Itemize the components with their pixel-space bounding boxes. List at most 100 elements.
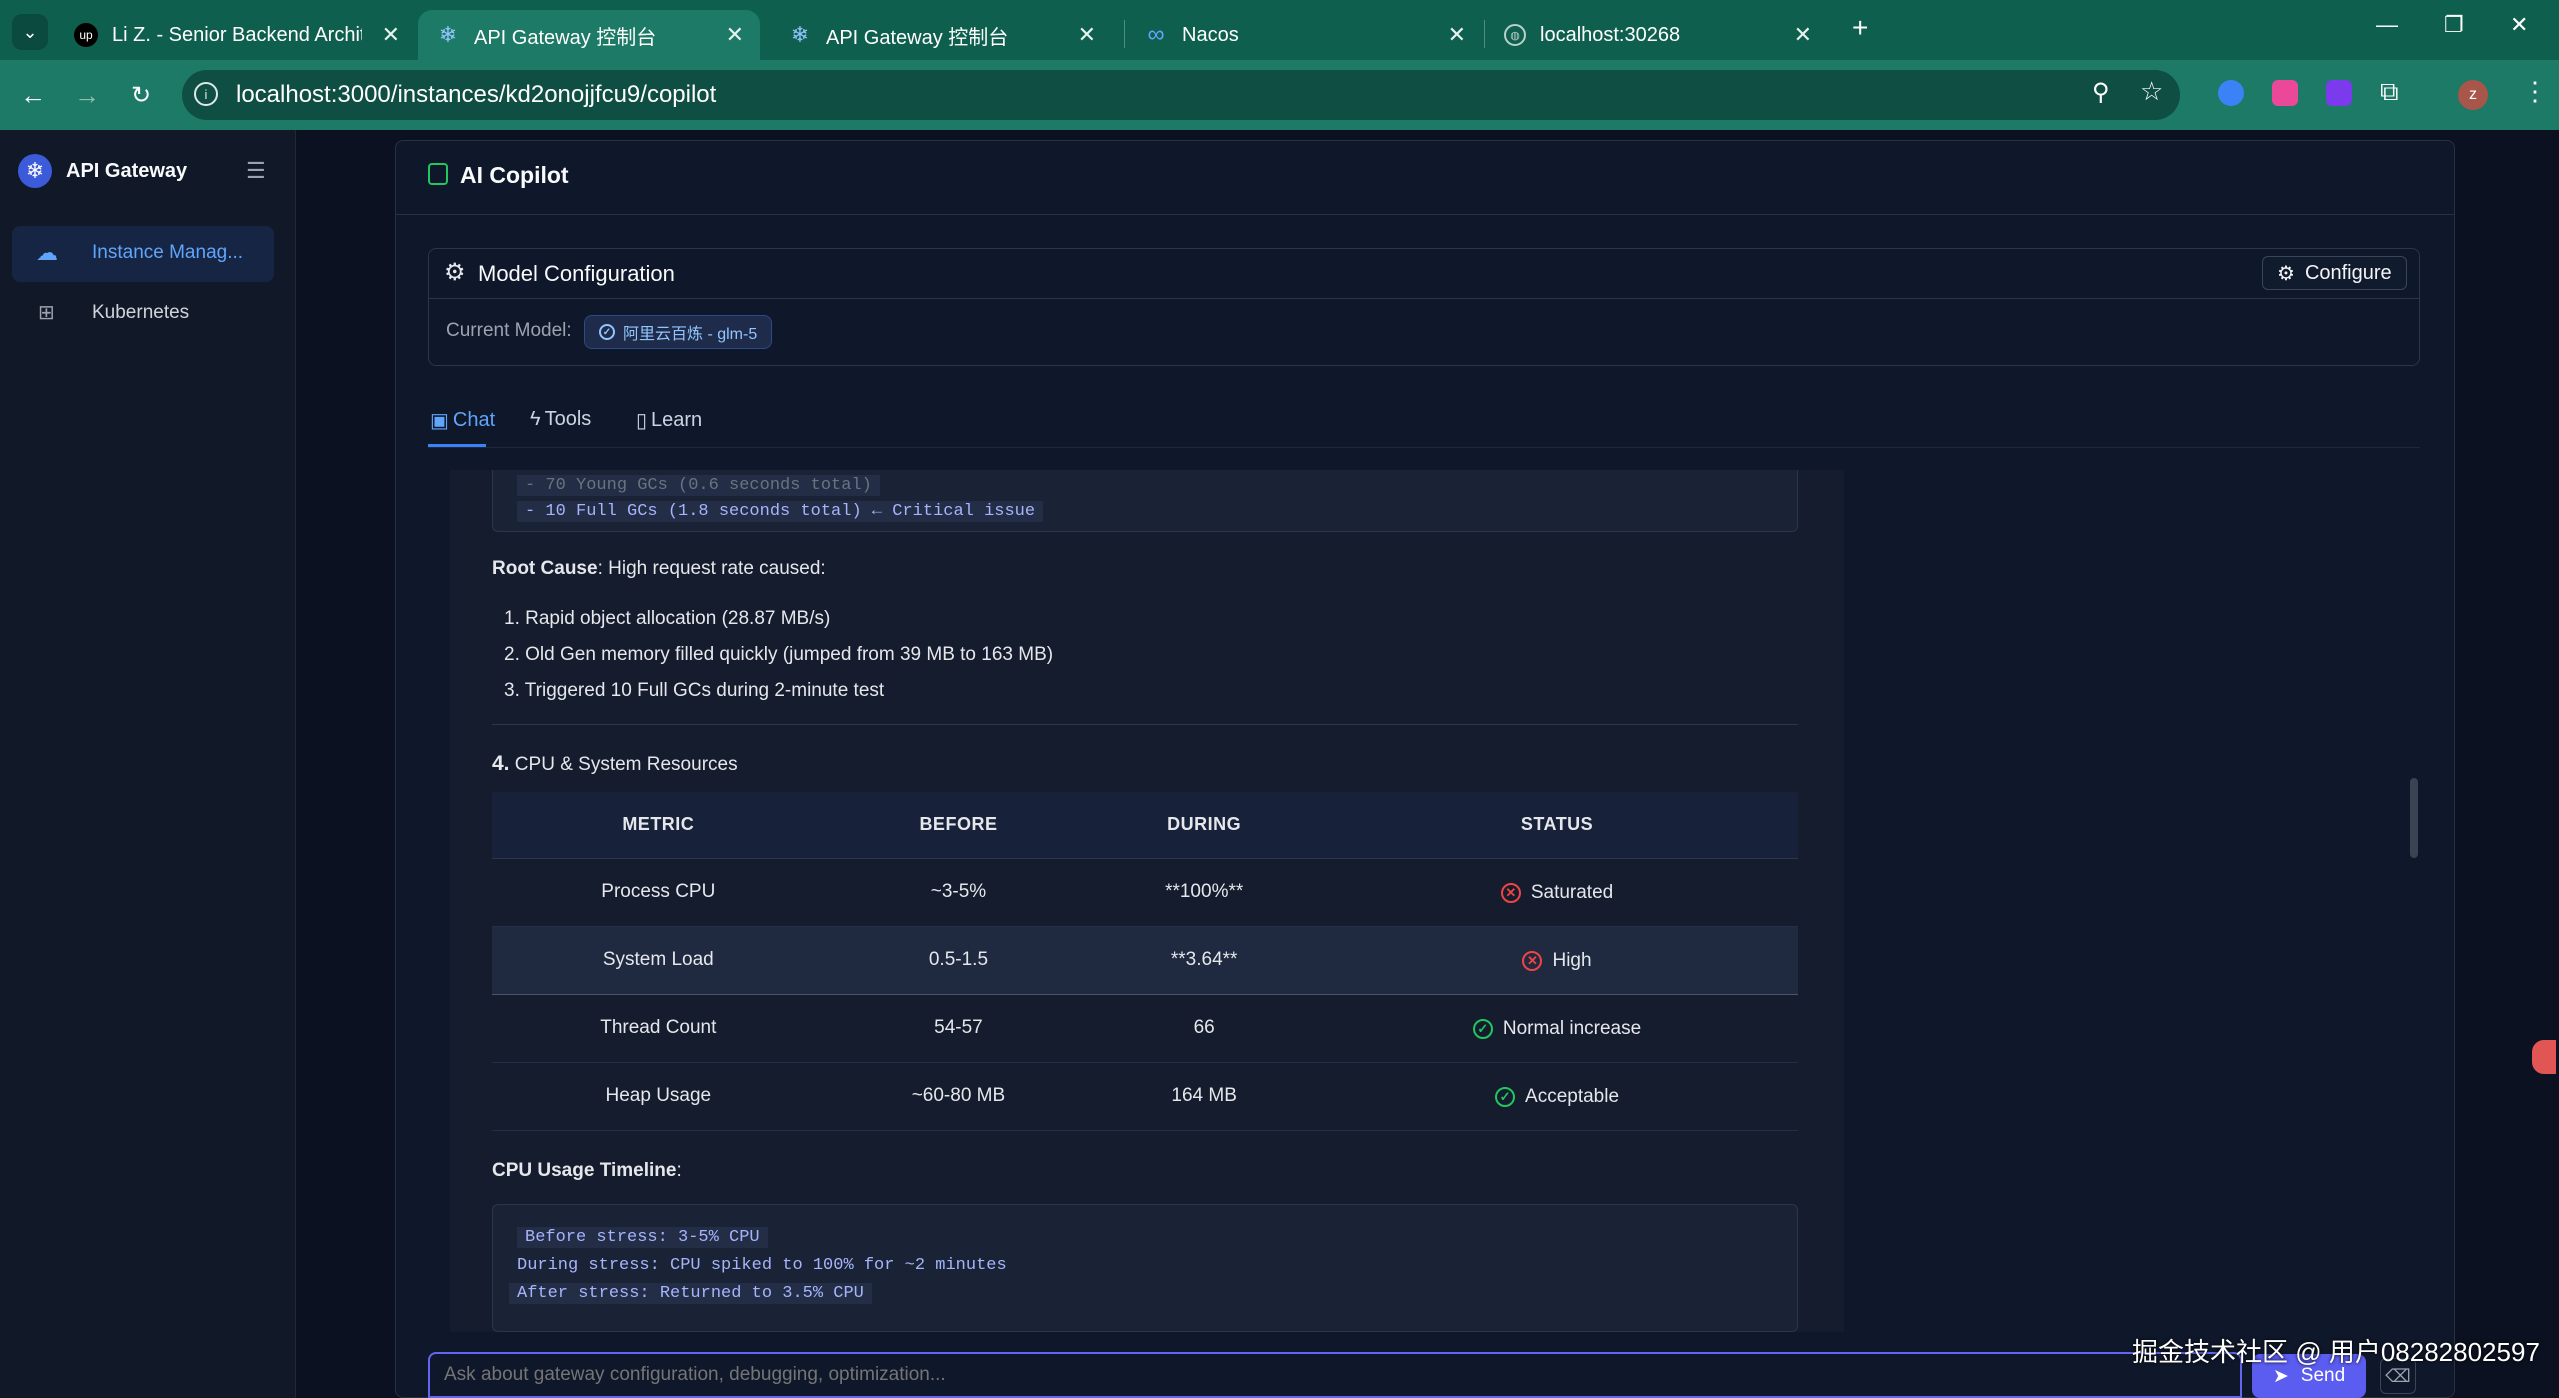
code-line: After stress: Returned to 3.5% CPU [509,1283,872,1304]
table-row: Process CPU ~3-5% **100%** ✕ Saturated [492,858,1798,927]
cell-before: ~60-80 MB [824,1062,1093,1131]
timeline-label: CPU Usage Timeline [492,1160,677,1181]
tab-tools[interactable]: ϟ Tools [530,408,591,431]
zoom-icon[interactable]: ⚲ [2092,78,2110,107]
chat-icon: ▣ [430,410,449,432]
lightning-icon: ϟ [530,408,541,430]
url-text[interactable]: localhost:3000/instances/kd2onojjfcu9/co… [236,81,716,109]
browser-tab-title: Nacos [1182,23,1239,46]
browser-tab-2[interactable]: ❄ API Gateway 控制台 ✕ [770,10,1112,60]
code-block-timeline: Before stress: 3-5% CPU During stress: C… [492,1204,1798,1332]
profile-avatar[interactable]: z [2458,80,2488,110]
close-tab-icon[interactable]: ✕ [382,22,400,48]
tab-search-chevron-icon[interactable]: ⌄ [12,14,48,50]
book-icon: ▯ [636,410,648,432]
brand-name: API Gateway [66,160,188,182]
snowflake-favicon-icon: ❄ [438,22,458,47]
snowflake-favicon-icon: ❄ [790,22,810,47]
status-text: Normal increase [1502,1017,1642,1039]
site-info-icon[interactable]: i [194,82,218,106]
tab-chat[interactable]: ▣ Chat [430,408,495,433]
minimize-icon[interactable]: — [2376,12,2398,38]
root-cause-line: Root Cause: High request rate caused: [492,558,826,580]
check-circle-icon: ✓ [1495,1086,1516,1107]
browser-tab-title: API Gateway 控制台 [826,26,1009,49]
cell-status: ✕ Saturated [1316,858,1798,927]
active-tab-indicator [428,444,486,447]
configure-button-label: Configure [2304,261,2392,284]
timeline-colon: : [676,1160,682,1181]
globe-favicon-icon: ◍ [1504,24,1526,46]
scrollbar-thumb[interactable] [2410,778,2418,858]
x-circle-icon: ✕ [1500,882,1521,903]
cell-metric: Thread Count [492,994,825,1063]
timeline-heading: CPU Usage Timeline: [492,1160,682,1182]
tab-label: Tools [544,408,592,430]
cell-before: 54-57 [824,994,1093,1063]
browser-tab-strip: ⌄ up Li Z. - Senior Backend Archite ✕ ❄ … [0,0,2559,60]
browser-tab-0[interactable]: up Li Z. - Senior Backend Archite ✕ [56,10,416,60]
panel-title: AI Copilot [460,162,569,188]
cell-during: 66 [1092,994,1317,1063]
cell-metric: Process CPU [492,858,825,927]
cell-during: **3.64** [1092,925,1317,995]
browser-tab-4[interactable]: ◍ localhost:30268 ✕ [1486,10,1828,60]
puzzle-extensions-icon[interactable]: ⧉ [2380,76,2399,108]
column-header: BEFORE [824,792,1093,859]
kebab-menu-icon[interactable]: ⋮ [2522,76,2548,107]
cell-during: 164 MB [1092,1062,1317,1131]
bookmark-star-icon[interactable]: ☆ [2140,76,2163,107]
browser-tab-3[interactable]: ∞ Nacos ✕ [1126,10,1482,60]
browser-tab-1[interactable]: ❄ API Gateway 控制台 ✕ [418,10,760,60]
close-tab-icon[interactable]: ✕ [1794,22,1812,48]
sidebar-item-label: Kubernetes [92,302,190,323]
browser-tab-title: API Gateway 控制台 [474,26,657,49]
root-cause-label: Root Cause [492,558,598,579]
browser-tab-title: localhost:30268 [1540,23,1681,46]
section-number: 4. [492,752,510,775]
list-item: 2. Old Gen memory filled quickly (jumped… [504,644,1054,665]
code-line: Before stress: 3-5% CPU [517,1227,768,1248]
restore-icon[interactable]: ❐ [2444,12,2464,38]
section-title: CPU & System Resources [514,754,738,775]
tab-learn[interactable]: ▯ Learn [636,408,702,433]
check-circle-icon: ✓ [1472,1018,1493,1039]
reload-icon[interactable]: ↻ [124,78,158,112]
cell-before: 0.5-1.5 [824,925,1093,995]
check-circle-icon: ✓ [599,324,615,340]
section-heading: 4. CPU & System Resources [492,752,738,776]
gear-icon: ⚙ [444,259,466,286]
window-close-icon[interactable]: ✕ [2510,12,2528,38]
close-tab-icon[interactable]: ✕ [1078,22,1096,48]
upwork-favicon-icon: up [74,23,98,47]
status-text: High [1552,949,1592,971]
list-item: 1. Rapid object allocation (28.87 MB/s) [504,608,831,629]
table-row: Thread Count 54-57 66 ✓ Normal increase [492,994,1798,1063]
cell-status: ✓ Acceptable [1316,1062,1798,1131]
root-cause-text: : High request rate caused: [597,558,826,579]
column-header: STATUS [1316,792,1798,859]
forward-arrow-icon[interactable]: → [70,78,104,112]
configure-button[interactable]: ⚙ Configure [2262,256,2407,290]
cell-during: **100%** [1092,858,1317,927]
extension-icon[interactable] [2272,80,2298,106]
floating-widget-tab[interactable] [2532,1040,2556,1074]
sidebar-item-label: Instance Manag... [92,242,244,263]
status-text: Saturated [1530,881,1614,903]
sitemap-icon: ⊞ [38,302,55,324]
back-arrow-icon[interactable]: ← [16,78,50,112]
cell-before: ~3-5% [824,858,1093,927]
browser-tab-title: Li Z. - Senior Backend Archite [112,23,362,46]
new-tab-plus-icon[interactable]: + [1852,12,1868,44]
chat-input[interactable] [428,1352,2242,1398]
table-header-row: METRIC BEFORE DURING STATUS [492,792,1798,859]
close-tab-icon[interactable]: ✕ [726,22,744,48]
code-line: During stress: CPU spiked to 100% for ~2… [517,1256,1007,1275]
cell-status: ✕ High [1316,925,1798,995]
extension-icon[interactable] [2326,80,2352,106]
collapse-sidebar-icon[interactable]: ☰ [246,158,266,184]
snowflake-logo-icon: ❄ [18,154,52,188]
extension-icon[interactable] [2218,80,2244,106]
list-item: 3. Triggered 10 Full GCs during 2-minute… [504,680,885,701]
close-tab-icon[interactable]: ✕ [1448,22,1466,48]
